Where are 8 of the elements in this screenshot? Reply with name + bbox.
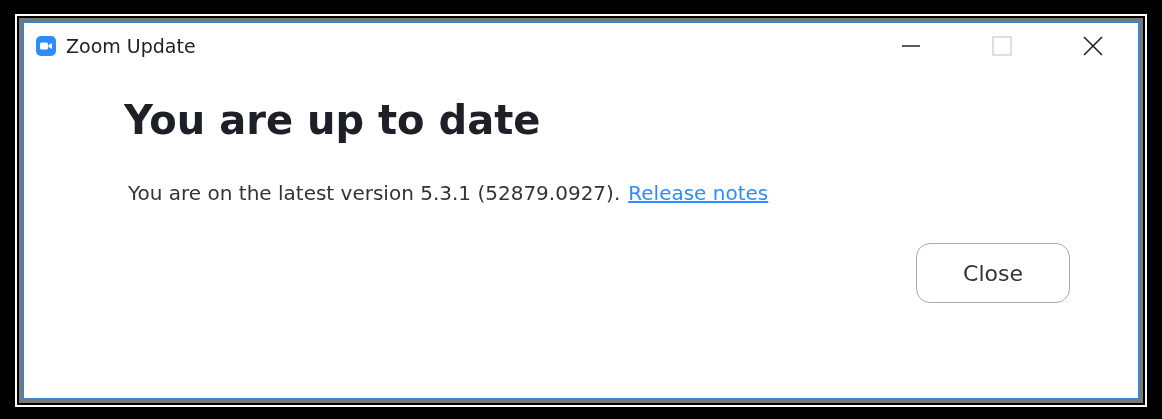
- video-camera-icon: [36, 36, 56, 56]
- minimize-icon: [900, 45, 921, 47]
- version-message: You are on the latest version 5.3.1 (52879.0927).: [128, 181, 621, 205]
- dialog-heading: You are up to date: [124, 97, 542, 143]
- close-button[interactable]: Close: [916, 243, 1070, 303]
- window-title: Zoom Update: [66, 35, 196, 57]
- close-icon: [1082, 36, 1103, 56]
- maximize-icon: [991, 36, 1012, 56]
